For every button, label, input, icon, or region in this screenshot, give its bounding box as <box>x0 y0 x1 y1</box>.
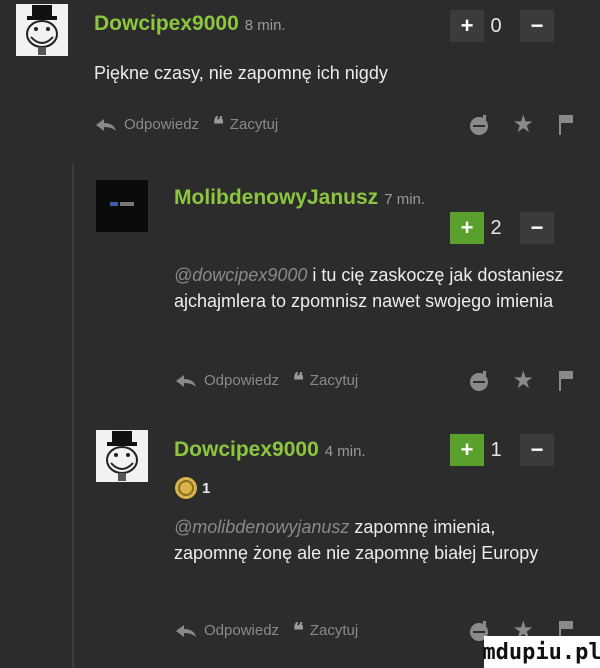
flag-icon[interactable] <box>558 370 574 392</box>
comment-text: @dowcipex9000 i tu cię zaskoczę jak dost… <box>174 262 574 314</box>
comment-time: 4 min. <box>324 443 366 460</box>
watermark: mdupiu.pl <box>482 636 600 668</box>
upvote-button[interactable]: + <box>450 212 484 244</box>
reply-arrow-icon <box>176 624 196 637</box>
comment-time: 7 min. <box>384 191 426 208</box>
quote-label: Zacytuj <box>309 622 359 639</box>
avatar[interactable] <box>96 180 148 232</box>
reply-arrow-icon <box>176 374 196 387</box>
quote-icon: ❝ <box>293 370 304 392</box>
upvote-button[interactable]: + <box>450 434 484 466</box>
reply-button[interactable]: Odpowiedz <box>94 116 199 133</box>
reply-button[interactable]: Odpowiedz <box>174 622 279 639</box>
quote-icon: ❝ <box>213 114 224 136</box>
coin-badge-icon <box>175 477 197 499</box>
username[interactable]: Dowcipex9000 <box>94 12 239 36</box>
vote-count: 0 <box>490 14 502 37</box>
plus-icon: + <box>460 13 474 38</box>
badge-count: 1 <box>202 479 211 497</box>
star-icon[interactable]: ★ <box>512 110 534 139</box>
minus-icon: − <box>530 215 544 240</box>
quote-button[interactable]: ❝ Zacytuj <box>293 368 358 393</box>
vote-box: + 0 − <box>450 10 554 42</box>
vote-box: + 2 − <box>450 212 554 244</box>
reply-label: Odpowiedz <box>204 372 280 389</box>
quote-icon: ❝ <box>293 620 304 642</box>
downvote-button[interactable]: − <box>520 434 554 466</box>
badge-row: 1 <box>174 476 210 500</box>
comment-header: Dowcipex9000 8 min. <box>94 12 286 36</box>
quote-label: Zacytuj <box>229 116 279 133</box>
reply-button[interactable]: Odpowiedz <box>174 372 279 389</box>
user-mention[interactable]: @molibdenowyjanusz <box>174 517 349 537</box>
username[interactable]: MolibdenowyJanusz <box>174 186 378 210</box>
plus-icon: + <box>460 215 474 240</box>
star-icon[interactable]: ★ <box>512 366 534 395</box>
thread-line <box>72 163 74 668</box>
comment-text: @molibdenowyjanusz zapomnę imienia, zapo… <box>174 514 574 566</box>
quote-button[interactable]: ❝ Zacytuj <box>293 618 358 643</box>
downvote-button[interactable]: − <box>520 212 554 244</box>
comment-header: MolibdenowyJanusz 7 min. <box>174 186 425 210</box>
minus-icon: − <box>530 13 544 38</box>
comment-actions: Odpowiedz ❝ Zacytuj ★ <box>94 110 574 139</box>
comment-actions: Odpowiedz ❝ Zacytuj ★ <box>174 366 574 395</box>
vote-count: 2 <box>490 216 502 239</box>
bomb-icon[interactable] <box>468 113 492 137</box>
vote-box: + 1 − <box>450 434 554 466</box>
minus-icon: − <box>530 437 544 462</box>
plus-icon: + <box>460 437 474 462</box>
comment-text: Piękne czasy, nie zapomnę ich nigdy <box>94 63 388 83</box>
comment-time: 8 min. <box>244 17 286 34</box>
user-mention[interactable]: @dowcipex9000 <box>174 265 307 285</box>
bomb-icon[interactable] <box>468 369 492 393</box>
flag-icon[interactable] <box>558 114 574 136</box>
avatar[interactable] <box>96 430 148 482</box>
reply-label: Odpowiedz <box>124 116 200 133</box>
quote-label: Zacytuj <box>309 372 359 389</box>
trollface-tophat-icon <box>106 431 138 481</box>
reply-label: Odpowiedz <box>204 622 280 639</box>
username[interactable]: Dowcipex9000 <box>174 438 319 462</box>
quote-button[interactable]: ❝ Zacytuj <box>213 112 278 137</box>
upvote-button[interactable]: + <box>450 10 484 42</box>
avatar[interactable] <box>16 4 68 56</box>
reply-arrow-icon <box>96 118 116 131</box>
downvote-button[interactable]: − <box>520 10 554 42</box>
comment-header: Dowcipex9000 4 min. <box>174 438 366 462</box>
trollface-tophat-icon <box>26 5 58 55</box>
vote-count: 1 <box>490 438 502 461</box>
dark-avatar-icon <box>96 180 148 232</box>
